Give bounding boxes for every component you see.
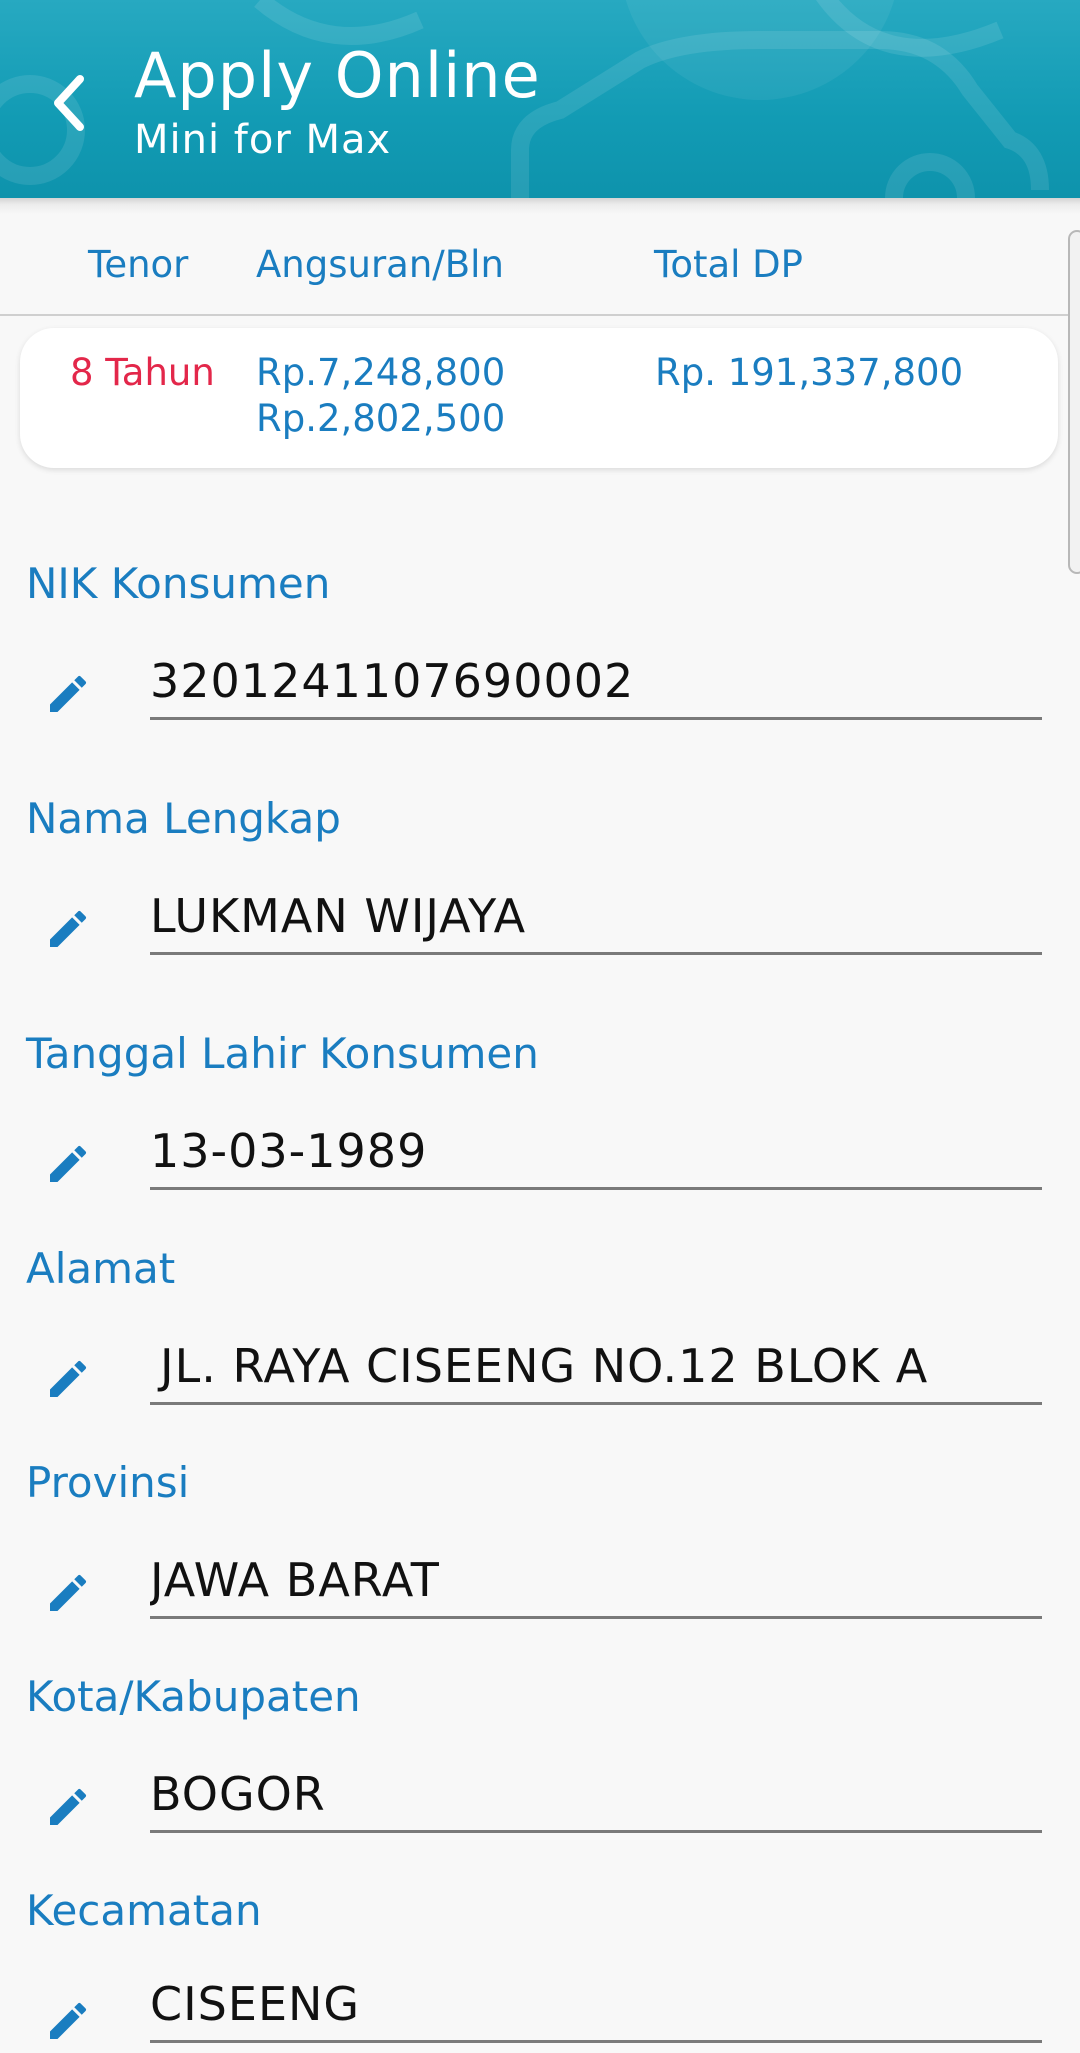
field-label: NIK Konsumen bbox=[26, 559, 331, 608]
alamat-value: JL. RAYA CISEENG NO.12 BLOK A bbox=[160, 1339, 929, 1393]
tenor-value: 8 Tahun bbox=[70, 351, 215, 394]
summary-table-header: Tenor Angsuran/Bln Total DP bbox=[0, 214, 1070, 316]
kota-value: BOGOR bbox=[150, 1767, 326, 1821]
page-subtitle: Mini for Max bbox=[134, 117, 392, 163]
pencil-icon[interactable] bbox=[44, 1140, 92, 1188]
alamat-input[interactable]: JL. RAYA CISEENG NO.12 BLOK A bbox=[150, 1333, 1042, 1405]
nama-input[interactable]: LUKMAN WIJAYA bbox=[150, 883, 1042, 955]
field-label: Alamat bbox=[26, 1244, 176, 1293]
column-header-tenor: Tenor bbox=[88, 243, 189, 286]
field-label: Provinsi bbox=[26, 1458, 190, 1507]
nama-value: LUKMAN WIJAYA bbox=[150, 889, 527, 943]
kota-input[interactable]: BOGOR bbox=[150, 1761, 1042, 1833]
horizontal-scrollbar[interactable] bbox=[1068, 230, 1080, 574]
angsuran-value-2: Rp.2,802,500 bbox=[256, 397, 506, 440]
provinsi-value: JAWA BARAT bbox=[150, 1553, 440, 1607]
pencil-icon[interactable] bbox=[44, 1783, 92, 1831]
kecamatan-input[interactable]: CISEENG bbox=[150, 1975, 1042, 2043]
header-shadow bbox=[0, 198, 1080, 214]
angsuran-value-1: Rp.7,248,800 bbox=[256, 351, 506, 394]
tanggal-lahir-value: 13-03-1989 bbox=[150, 1124, 428, 1178]
pencil-icon[interactable] bbox=[44, 670, 92, 718]
back-button[interactable] bbox=[40, 66, 100, 140]
page-title: Apply Online bbox=[134, 39, 541, 112]
nik-input[interactable]: 3201241107690002 bbox=[150, 648, 1042, 720]
pencil-icon[interactable] bbox=[44, 1569, 92, 1617]
pencil-icon[interactable] bbox=[44, 905, 92, 953]
pencil-icon[interactable] bbox=[44, 1355, 92, 1403]
field-label: Kota/Kabupaten bbox=[26, 1672, 361, 1721]
total-dp-value: Rp. 191,337,800 bbox=[655, 351, 964, 394]
column-header-total-dp: Total DP bbox=[654, 243, 803, 286]
kecamatan-value: CISEENG bbox=[150, 1977, 361, 2031]
field-label: Nama Lengkap bbox=[26, 794, 341, 843]
provinsi-input[interactable]: JAWA BARAT bbox=[150, 1547, 1042, 1619]
tanggal-lahir-input[interactable]: 13-03-1989 bbox=[150, 1118, 1042, 1190]
nik-value: 3201241107690002 bbox=[150, 654, 635, 708]
field-label: Kecamatan bbox=[26, 1886, 262, 1935]
column-header-angsuran: Angsuran/Bln bbox=[256, 243, 504, 286]
summary-row-card[interactable]: 8 Tahun Rp.7,248,800 Rp.2,802,500 Rp. 19… bbox=[20, 328, 1058, 468]
app-header: Apply Online Mini for Max bbox=[0, 0, 1080, 198]
pencil-icon[interactable] bbox=[44, 1997, 92, 2045]
field-label: Tanggal Lahir Konsumen bbox=[26, 1029, 539, 1078]
chevron-left-icon bbox=[54, 75, 84, 131]
